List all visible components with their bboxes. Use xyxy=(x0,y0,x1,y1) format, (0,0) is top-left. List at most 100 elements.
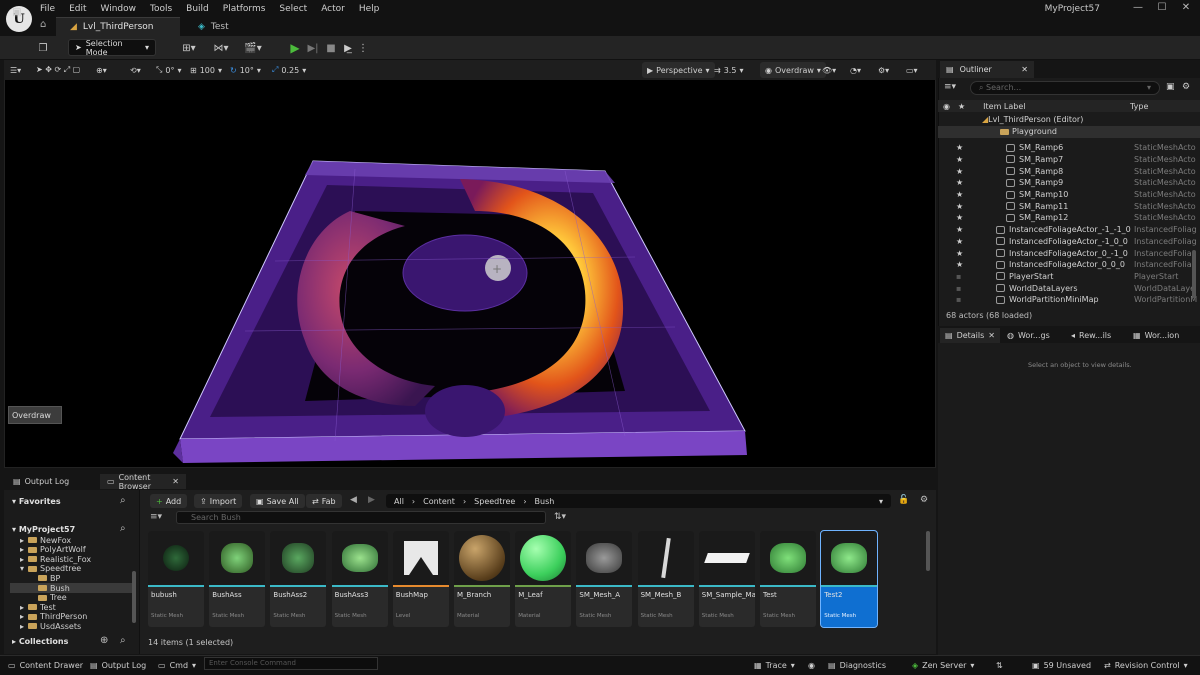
outliner-row[interactable]: ★ SM_Ramp6 StaticMeshActo xyxy=(938,142,1200,154)
menu-actor[interactable]: Actor xyxy=(321,4,345,14)
breadcrumb-all[interactable]: All xyxy=(394,497,404,506)
sort-icon[interactable]: ⇅▾ xyxy=(554,512,566,522)
tree-item[interactable]: ▸ PolyArtWolf xyxy=(10,545,135,555)
add-folder-icon[interactable]: ▣ xyxy=(1166,82,1175,92)
tree-item[interactable]: ▸ ThirdPerson xyxy=(10,612,135,622)
play-icon[interactable]: ▶ xyxy=(288,39,302,57)
menu-file[interactable]: File xyxy=(40,4,55,14)
favorites-header[interactable]: ▾ Favorites xyxy=(12,497,61,506)
content-browser-icon[interactable]: ❐ xyxy=(34,39,52,57)
expand-icon[interactable]: ▸ xyxy=(20,622,28,631)
scale-snap[interactable]: ⤢ 0.25 ▾ xyxy=(272,62,306,78)
cinematics-icon[interactable]: 🎬▾ xyxy=(240,39,266,57)
filter-icon[interactable]: ≡▾ xyxy=(150,512,162,522)
diagnostics-button[interactable]: ▤ Diagnostics xyxy=(828,658,886,672)
star-icon[interactable]: ★ xyxy=(958,102,965,111)
tab-world-partition[interactable]: ▦ Wor...ion xyxy=(1128,328,1184,343)
close-icon[interactable]: ✕ xyxy=(172,477,179,486)
menu-window[interactable]: Window xyxy=(101,4,137,14)
tree-item[interactable]: Tree xyxy=(10,593,135,603)
fab-button[interactable]: ⇄ Fab xyxy=(306,494,342,508)
content-drawer-button[interactable]: ▭ Content Drawer xyxy=(8,658,83,672)
tree-item[interactable]: Bush xyxy=(10,583,135,593)
zen-server-button[interactable]: ◈ Zen Server ▾ xyxy=(912,658,974,672)
tree-scrollbar[interactable] xyxy=(132,571,136,623)
tab-details[interactable]: ▤ Details ✕ xyxy=(940,328,1000,343)
outliner-row[interactable]: ▪ PlayerStart PlayerStart xyxy=(938,271,1200,283)
settings-icon[interactable]: ⚙ xyxy=(1182,82,1190,92)
lock-icon[interactable]: 🔓 xyxy=(898,495,909,505)
outliner-root-row[interactable]: ◢ Lvl_ThirdPerson (Editor) xyxy=(938,114,1200,126)
outliner-row[interactable]: ★ SM_Ramp8 StaticMeshActo xyxy=(938,165,1200,177)
outliner-row[interactable]: ★ SM_Ramp7 StaticMeshActo xyxy=(938,154,1200,166)
asset-tile[interactable]: BushAss Static Mesh xyxy=(209,531,266,627)
menu-edit[interactable]: Edit xyxy=(69,4,86,14)
menu-tools[interactable]: Tools xyxy=(150,4,172,14)
col-item-label[interactable]: Item Label xyxy=(983,102,1025,111)
favorite-star-icon[interactable]: ★ xyxy=(956,143,1006,152)
asset-tile[interactable]: BushMap Level xyxy=(392,531,449,627)
expand-icon[interactable]: ▸ xyxy=(20,603,28,612)
asset-tile[interactable]: SM_Sample_Mat_Example_lod1 Static Mesh xyxy=(698,531,755,627)
favorite-star-icon[interactable]: ★ xyxy=(956,155,1006,164)
asset-tile[interactable]: bubush Static Mesh xyxy=(148,531,204,627)
expand-icon[interactable]: ▸ xyxy=(20,545,28,554)
viewport-layout-icon[interactable]: ▭▾ xyxy=(906,62,918,78)
favorite-star-icon[interactable]: ★ xyxy=(956,178,1006,187)
show-flags-icon[interactable]: 👁▾ xyxy=(822,62,836,78)
breadcrumb-speedtree[interactable]: Speedtree xyxy=(474,497,515,506)
cmd-dropdown[interactable]: ▭ Cmd ▾ xyxy=(158,658,196,672)
transform-tools[interactable]: ➤ ✥ ⟳ ⤢ ▢ xyxy=(36,62,80,78)
expand-icon[interactable]: ▾ xyxy=(20,564,28,573)
breadcrumb-content[interactable]: Content xyxy=(423,497,455,506)
outliner-row[interactable]: ★ SM_Ramp11 StaticMeshActo xyxy=(938,201,1200,213)
viewport-settings-icon[interactable]: ⚙▾ xyxy=(878,62,889,78)
asset-tile[interactable]: SM_Mesh_B Static Mesh xyxy=(637,531,694,627)
record-icon[interactable]: ◉ xyxy=(808,658,815,672)
output-log-button[interactable]: ▤ Output Log xyxy=(90,658,146,672)
col-type[interactable]: Type xyxy=(1130,102,1148,111)
tab-world-settings[interactable]: ◍ Wor...gs xyxy=(1002,328,1055,343)
settings-icon[interactable]: ⚙ xyxy=(920,495,928,505)
chevron-down-icon[interactable]: ▾ xyxy=(879,497,883,506)
save-icon[interactable]: ▣ xyxy=(8,3,26,21)
search-icon[interactable]: ⌕ xyxy=(120,495,126,506)
tree-item[interactable]: BP xyxy=(10,573,135,583)
perspective-dropdown[interactable]: ▶ Perspective ▾ xyxy=(642,62,715,78)
project-header[interactable]: ▾ MyProject57 xyxy=(12,525,75,534)
trace-dropdown[interactable]: ▦ Trace ▾ xyxy=(754,658,795,672)
tree-item[interactable]: ▸ Test xyxy=(10,602,135,612)
asset-tile[interactable]: BushAss2 Static Mesh xyxy=(270,531,327,627)
asset-search-input[interactable]: Search Bush xyxy=(176,511,546,524)
eye-icon[interactable]: ◉ xyxy=(943,102,950,111)
outliner-row[interactable]: ★ InstancedFoliageActor_0_0_0 InstancedFol… xyxy=(938,259,1200,271)
level-viewport[interactable]: + xyxy=(4,60,936,468)
menu-platforms[interactable]: Platforms xyxy=(223,4,266,14)
view-mode-dropdown[interactable]: ◉ Overdraw ▾ xyxy=(760,62,826,78)
tab-level[interactable]: ◢ Lvl_ThirdPerson xyxy=(56,17,180,36)
play-options-icon[interactable]: ▶̲ xyxy=(340,39,356,57)
expand-icon[interactable]: ▸ xyxy=(20,555,28,564)
outliner-row[interactable]: ★ SM_Ramp12 StaticMeshActo xyxy=(938,212,1200,224)
search-icon[interactable]: ⌕ xyxy=(120,523,126,534)
save-all-button[interactable]: ▣ Save All xyxy=(250,494,305,508)
menu-help[interactable]: Help xyxy=(359,4,380,14)
close-icon[interactable]: ✕ xyxy=(1021,65,1028,74)
search-icon[interactable]: ⌕ xyxy=(120,635,126,646)
back-icon[interactable]: ◀ xyxy=(350,495,357,505)
add-collection-icon[interactable]: ⊕ xyxy=(100,635,108,646)
asset-scrollbar[interactable] xyxy=(926,531,930,571)
step-icon[interactable]: ▶| xyxy=(306,39,320,57)
favorite-star-icon[interactable]: ★ xyxy=(956,167,1006,176)
asset-tile[interactable]: SM_Mesh_A Static Mesh xyxy=(576,531,633,627)
tree-item[interactable]: ▸ UsdAssets xyxy=(10,621,135,631)
asset-tile[interactable]: M_Branch Material xyxy=(454,531,510,627)
rotation-snap[interactable]: ⤡ 0° ▾ xyxy=(156,62,182,78)
asset-tile[interactable]: M_Leaf Material xyxy=(515,531,572,627)
outliner-scrollbar[interactable] xyxy=(1192,250,1196,298)
tab-outliner[interactable]: ▤ Outliner ✕ xyxy=(940,61,1034,78)
selection-mode-dropdown[interactable]: ➤ Selection Mode ▾ xyxy=(68,39,156,57)
tab-output-log[interactable]: ▤ Output Log xyxy=(6,474,76,489)
tab-rewind-details[interactable]: ◂ Rew...ils xyxy=(1066,328,1116,343)
coordinate-space-icon[interactable]: ⊕▾ xyxy=(96,62,107,78)
